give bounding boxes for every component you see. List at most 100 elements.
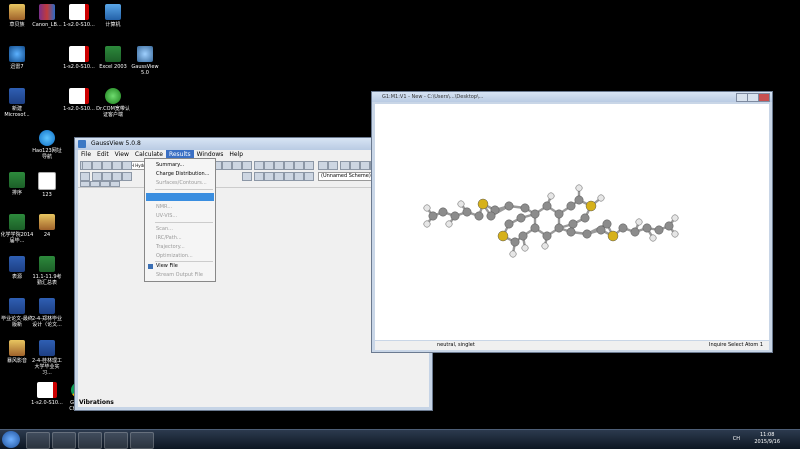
carbon-atom [516, 213, 526, 223]
desktop-icon[interactable]: GaussView 5.0 [128, 46, 162, 76]
menu-help[interactable]: Help [226, 150, 246, 159]
menu-item-surfaces-contours[interactable]: Surfaces/Contours... [156, 179, 207, 187]
toolbar-button[interactable] [80, 181, 90, 187]
toolbar-button[interactable] [242, 172, 252, 181]
carbon-atom [438, 207, 448, 217]
toolbar-button[interactable] [304, 172, 314, 181]
viewer-title: G1:M1:V1 - New - C:\Users\...\Desktop\..… [372, 92, 772, 102]
carbon-atom [566, 227, 576, 237]
desktop-icon[interactable]: 排序 [0, 172, 34, 196]
toolbar-button[interactable] [254, 161, 264, 170]
toolbar-button[interactable] [360, 161, 370, 170]
menu-item-trajectory[interactable]: Trajectory... [156, 243, 185, 251]
menu-item-view-file[interactable]: View File [156, 262, 178, 270]
menu-edit[interactable]: Edit [94, 150, 112, 159]
desktop-icon[interactable]: 1-s2.0-S10... [62, 4, 96, 28]
toolbar-button[interactable] [222, 161, 232, 170]
toolbar-button[interactable] [350, 161, 360, 170]
toolbar-button[interactable] [90, 181, 100, 187]
toolbar-button[interactable] [100, 181, 110, 187]
desktop-icon[interactable]: Excel 2003 [96, 46, 130, 70]
molecule-viewer-window[interactable]: G1:M1:V1 - New - C:\Users\...\Desktop\..… [371, 91, 773, 353]
taskbar-app-1[interactable] [26, 432, 50, 449]
viewer-close-button[interactable] [758, 93, 770, 102]
toolbar-button[interactable] [304, 161, 314, 170]
desktop-icon[interactable]: 1-s2.0-S10... [30, 382, 64, 406]
desktop-icon[interactable]: 草贝族 [0, 4, 34, 28]
menu-item-uv-vis[interactable]: UV-VIS... [156, 212, 177, 220]
toolbar-button[interactable] [274, 161, 284, 170]
toolbar-button[interactable] [122, 172, 132, 181]
toolbar-button[interactable] [294, 161, 304, 170]
taskbar-explorer[interactable] [78, 432, 102, 449]
desktop-icon[interactable]: 2-4-郑林毕业设计（论文... [30, 298, 64, 328]
toolbar-button[interactable] [264, 172, 274, 181]
toolbar-button[interactable] [82, 161, 92, 170]
hydrogen-atom [649, 234, 657, 242]
toolbar-button[interactable] [274, 172, 284, 181]
carbon-atom [530, 223, 540, 233]
desktop-icon[interactable]: 123 [30, 172, 64, 198]
toolbar-button[interactable] [284, 172, 294, 181]
toolbar-button[interactable] [318, 161, 328, 170]
molecule-canvas[interactable] [375, 104, 769, 340]
desktop-icon[interactable]: 1-s2.0-S10... [62, 46, 96, 70]
toolbar-button[interactable] [102, 161, 112, 170]
menu-item-scan[interactable]: Scan... [156, 225, 173, 233]
toolbar-button[interactable] [328, 161, 338, 170]
toolbar-button[interactable] [112, 161, 122, 170]
sulfur-atom [477, 198, 489, 210]
toolbar-button[interactable] [92, 161, 102, 170]
menu-item-nmr[interactable]: NMR... [156, 203, 172, 211]
desktop-icon[interactable]: Dr.COM宽带认证客户端 [96, 88, 130, 118]
molecule-model[interactable] [375, 104, 769, 340]
menu-view[interactable]: View [112, 150, 132, 159]
toolbar-button[interactable] [294, 172, 304, 181]
taskbar-ie[interactable] [52, 432, 76, 449]
desktop-icon[interactable]: Hao123网址导航 [30, 130, 64, 160]
toolbar-button[interactable] [110, 181, 120, 187]
start-button[interactable] [2, 431, 20, 448]
menu-separator [155, 189, 213, 190]
desktop-icon[interactable]: 24 [30, 214, 64, 238]
clock[interactable]: 11:08 2015/9/16 [754, 432, 780, 446]
menu-item-irc-path[interactable]: IRC/Path... [156, 234, 182, 242]
menu-file[interactable]: File [78, 150, 94, 159]
menu-item-optimization[interactable]: Optimization... [156, 252, 193, 260]
desktop-icon[interactable]: 暴风影音 [0, 340, 34, 364]
desktop-icon[interactable]: 11.1-11.9考勤汇总表 [30, 256, 64, 286]
toolbar-button[interactable] [92, 172, 102, 181]
toolbar-button[interactable] [264, 161, 274, 170]
desktop-icon[interactable]: 表源 [0, 256, 34, 280]
desktop-icon[interactable]: 毕业论文-最终版新 [0, 298, 34, 328]
desktop-icon[interactable]: 化学学院2014届毕... [0, 214, 34, 244]
menu-item-selected-highlight[interactable] [146, 193, 214, 201]
toolbar-button[interactable] [112, 172, 122, 181]
toolbar-button[interactable] [242, 161, 252, 170]
language-indicator[interactable]: CH [733, 436, 740, 442]
menu-item-charge-distribution[interactable]: Charge Distribution... [156, 170, 209, 178]
toolbar-button[interactable] [232, 161, 242, 170]
desktop-icon[interactable]: 2-4-桂林理工大学毕业实习... [30, 340, 64, 376]
desktop-icon[interactable]: 迅雷7 [0, 46, 34, 70]
pdf-icon [69, 88, 89, 104]
desktop-icon-label: 暴风影音 [6, 358, 27, 364]
toolbar-button[interactable] [80, 172, 90, 181]
desktop-icon[interactable]: Canon_LB... [30, 4, 64, 28]
menu-item-summary[interactable]: Summary... [156, 161, 184, 169]
desktop-icon[interactable]: 计算机 [96, 4, 130, 28]
menu-item-stream-output-file[interactable]: Stream Output File [156, 271, 203, 279]
desktop-icon[interactable]: 1-s2.0-S10... [62, 88, 96, 112]
word-icon [39, 340, 55, 356]
toolbar-button[interactable] [254, 172, 264, 181]
toolbar-button[interactable] [340, 161, 350, 170]
toolbar-button[interactable] [102, 172, 112, 181]
carbon-atom [542, 231, 552, 241]
toolbar-button[interactable] [122, 161, 132, 170]
desktop-icon[interactable]: 新建 Microsof... [0, 88, 34, 118]
toolbar-button[interactable] [284, 161, 294, 170]
taskbar-app-5[interactable] [130, 432, 154, 449]
viewer-status-bar: neutral, singlet Inquire Select Atom 1 [375, 341, 769, 350]
carbon-atom [510, 237, 520, 247]
taskbar-gaussview[interactable] [104, 432, 128, 449]
